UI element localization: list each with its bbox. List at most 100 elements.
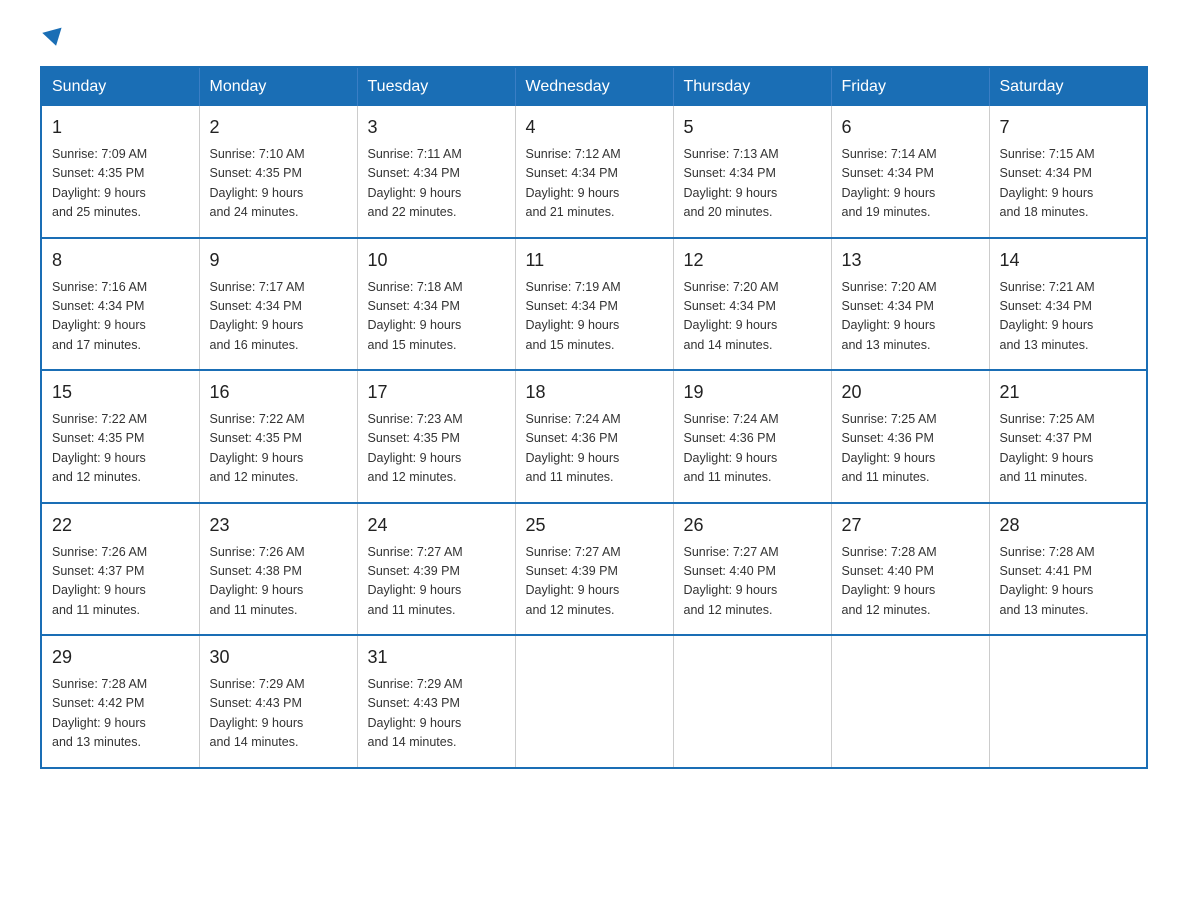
day-number: 6 — [842, 114, 979, 141]
day-info: Sunrise: 7:13 AMSunset: 4:34 PMDaylight:… — [684, 147, 779, 219]
day-number: 11 — [526, 247, 663, 274]
day-number: 29 — [52, 644, 189, 671]
day-info: Sunrise: 7:15 AMSunset: 4:34 PMDaylight:… — [1000, 147, 1095, 219]
day-number: 7 — [1000, 114, 1137, 141]
calendar-day-cell: 3 Sunrise: 7:11 AMSunset: 4:34 PMDayligh… — [357, 106, 515, 238]
calendar-day-cell: 14 Sunrise: 7:21 AMSunset: 4:34 PMDaylig… — [989, 238, 1147, 371]
day-number: 21 — [1000, 379, 1137, 406]
day-number: 24 — [368, 512, 505, 539]
day-info: Sunrise: 7:22 AMSunset: 4:35 PMDaylight:… — [210, 412, 305, 484]
day-info: Sunrise: 7:28 AMSunset: 4:41 PMDaylight:… — [1000, 545, 1095, 617]
calendar-day-cell — [989, 635, 1147, 768]
logo-triangle-icon — [42, 28, 65, 49]
calendar-day-cell: 15 Sunrise: 7:22 AMSunset: 4:35 PMDaylig… — [41, 370, 199, 503]
calendar-day-cell: 5 Sunrise: 7:13 AMSunset: 4:34 PMDayligh… — [673, 106, 831, 238]
day-info: Sunrise: 7:28 AMSunset: 4:40 PMDaylight:… — [842, 545, 937, 617]
calendar-header-thursday: Thursday — [673, 67, 831, 106]
day-number: 25 — [526, 512, 663, 539]
day-info: Sunrise: 7:26 AMSunset: 4:38 PMDaylight:… — [210, 545, 305, 617]
day-number: 14 — [1000, 247, 1137, 274]
day-number: 5 — [684, 114, 821, 141]
calendar-day-cell: 17 Sunrise: 7:23 AMSunset: 4:35 PMDaylig… — [357, 370, 515, 503]
day-number: 9 — [210, 247, 347, 274]
day-info: Sunrise: 7:14 AMSunset: 4:34 PMDaylight:… — [842, 147, 937, 219]
calendar-day-cell: 22 Sunrise: 7:26 AMSunset: 4:37 PMDaylig… — [41, 503, 199, 636]
day-number: 30 — [210, 644, 347, 671]
day-info: Sunrise: 7:20 AMSunset: 4:34 PMDaylight:… — [684, 280, 779, 352]
day-number: 18 — [526, 379, 663, 406]
calendar-header-saturday: Saturday — [989, 67, 1147, 106]
day-info: Sunrise: 7:12 AMSunset: 4:34 PMDaylight:… — [526, 147, 621, 219]
calendar-day-cell: 25 Sunrise: 7:27 AMSunset: 4:39 PMDaylig… — [515, 503, 673, 636]
day-number: 12 — [684, 247, 821, 274]
calendar-day-cell: 20 Sunrise: 7:25 AMSunset: 4:36 PMDaylig… — [831, 370, 989, 503]
calendar-day-cell: 2 Sunrise: 7:10 AMSunset: 4:35 PMDayligh… — [199, 106, 357, 238]
calendar-header-sunday: Sunday — [41, 67, 199, 106]
calendar-day-cell: 18 Sunrise: 7:24 AMSunset: 4:36 PMDaylig… — [515, 370, 673, 503]
page-header — [40, 30, 1148, 46]
calendar-day-cell — [515, 635, 673, 768]
day-number: 10 — [368, 247, 505, 274]
day-number: 13 — [842, 247, 979, 274]
day-number: 23 — [210, 512, 347, 539]
calendar-day-cell: 23 Sunrise: 7:26 AMSunset: 4:38 PMDaylig… — [199, 503, 357, 636]
day-info: Sunrise: 7:22 AMSunset: 4:35 PMDaylight:… — [52, 412, 147, 484]
calendar-header-row: SundayMondayTuesdayWednesdayThursdayFrid… — [41, 67, 1147, 106]
calendar-header-wednesday: Wednesday — [515, 67, 673, 106]
calendar-day-cell: 12 Sunrise: 7:20 AMSunset: 4:34 PMDaylig… — [673, 238, 831, 371]
day-info: Sunrise: 7:19 AMSunset: 4:34 PMDaylight:… — [526, 280, 621, 352]
calendar-day-cell: 31 Sunrise: 7:29 AMSunset: 4:43 PMDaylig… — [357, 635, 515, 768]
day-number: 28 — [1000, 512, 1137, 539]
calendar-week-row: 8 Sunrise: 7:16 AMSunset: 4:34 PMDayligh… — [41, 238, 1147, 371]
day-info: Sunrise: 7:23 AMSunset: 4:35 PMDaylight:… — [368, 412, 463, 484]
calendar-day-cell: 6 Sunrise: 7:14 AMSunset: 4:34 PMDayligh… — [831, 106, 989, 238]
calendar-day-cell: 21 Sunrise: 7:25 AMSunset: 4:37 PMDaylig… — [989, 370, 1147, 503]
calendar-header-friday: Friday — [831, 67, 989, 106]
day-info: Sunrise: 7:18 AMSunset: 4:34 PMDaylight:… — [368, 280, 463, 352]
logo — [40, 30, 64, 46]
calendar-day-cell: 11 Sunrise: 7:19 AMSunset: 4:34 PMDaylig… — [515, 238, 673, 371]
day-info: Sunrise: 7:26 AMSunset: 4:37 PMDaylight:… — [52, 545, 147, 617]
day-info: Sunrise: 7:21 AMSunset: 4:34 PMDaylight:… — [1000, 280, 1095, 352]
calendar-day-cell: 4 Sunrise: 7:12 AMSunset: 4:34 PMDayligh… — [515, 106, 673, 238]
calendar-day-cell: 10 Sunrise: 7:18 AMSunset: 4:34 PMDaylig… — [357, 238, 515, 371]
day-info: Sunrise: 7:25 AMSunset: 4:36 PMDaylight:… — [842, 412, 937, 484]
calendar-week-row: 1 Sunrise: 7:09 AMSunset: 4:35 PMDayligh… — [41, 106, 1147, 238]
calendar-header-monday: Monday — [199, 67, 357, 106]
day-number: 8 — [52, 247, 189, 274]
day-info: Sunrise: 7:11 AMSunset: 4:34 PMDaylight:… — [368, 147, 462, 219]
calendar-day-cell — [831, 635, 989, 768]
day-number: 20 — [842, 379, 979, 406]
calendar-header-tuesday: Tuesday — [357, 67, 515, 106]
day-number: 3 — [368, 114, 505, 141]
day-info: Sunrise: 7:27 AMSunset: 4:39 PMDaylight:… — [368, 545, 463, 617]
day-info: Sunrise: 7:25 AMSunset: 4:37 PMDaylight:… — [1000, 412, 1095, 484]
calendar-week-row: 22 Sunrise: 7:26 AMSunset: 4:37 PMDaylig… — [41, 503, 1147, 636]
day-number: 1 — [52, 114, 189, 141]
day-number: 31 — [368, 644, 505, 671]
calendar-day-cell: 19 Sunrise: 7:24 AMSunset: 4:36 PMDaylig… — [673, 370, 831, 503]
day-number: 27 — [842, 512, 979, 539]
calendar-week-row: 15 Sunrise: 7:22 AMSunset: 4:35 PMDaylig… — [41, 370, 1147, 503]
day-number: 19 — [684, 379, 821, 406]
calendar-day-cell: 30 Sunrise: 7:29 AMSunset: 4:43 PMDaylig… — [199, 635, 357, 768]
day-number: 17 — [368, 379, 505, 406]
calendar-day-cell: 1 Sunrise: 7:09 AMSunset: 4:35 PMDayligh… — [41, 106, 199, 238]
day-number: 15 — [52, 379, 189, 406]
calendar-day-cell — [673, 635, 831, 768]
day-number: 22 — [52, 512, 189, 539]
calendar-day-cell: 13 Sunrise: 7:20 AMSunset: 4:34 PMDaylig… — [831, 238, 989, 371]
day-info: Sunrise: 7:09 AMSunset: 4:35 PMDaylight:… — [52, 147, 147, 219]
calendar-day-cell: 16 Sunrise: 7:22 AMSunset: 4:35 PMDaylig… — [199, 370, 357, 503]
calendar-day-cell: 8 Sunrise: 7:16 AMSunset: 4:34 PMDayligh… — [41, 238, 199, 371]
calendar-day-cell: 28 Sunrise: 7:28 AMSunset: 4:41 PMDaylig… — [989, 503, 1147, 636]
day-info: Sunrise: 7:24 AMSunset: 4:36 PMDaylight:… — [684, 412, 779, 484]
calendar-day-cell: 26 Sunrise: 7:27 AMSunset: 4:40 PMDaylig… — [673, 503, 831, 636]
day-info: Sunrise: 7:10 AMSunset: 4:35 PMDaylight:… — [210, 147, 305, 219]
day-info: Sunrise: 7:29 AMSunset: 4:43 PMDaylight:… — [368, 677, 463, 749]
calendar-day-cell: 27 Sunrise: 7:28 AMSunset: 4:40 PMDaylig… — [831, 503, 989, 636]
calendar-day-cell: 7 Sunrise: 7:15 AMSunset: 4:34 PMDayligh… — [989, 106, 1147, 238]
calendar-week-row: 29 Sunrise: 7:28 AMSunset: 4:42 PMDaylig… — [41, 635, 1147, 768]
day-info: Sunrise: 7:27 AMSunset: 4:39 PMDaylight:… — [526, 545, 621, 617]
day-info: Sunrise: 7:17 AMSunset: 4:34 PMDaylight:… — [210, 280, 305, 352]
